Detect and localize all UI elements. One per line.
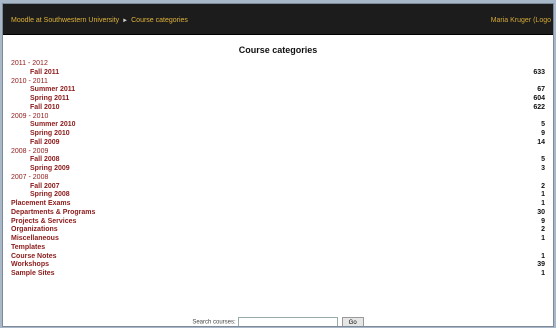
category-link[interactable]: Organizations [11,226,58,235]
search-input[interactable] [237,317,338,326]
course-search-form: Search courses: Go [3,317,553,326]
category-link[interactable]: Fall 2011 [30,69,59,78]
breadcrumb-separator: ► [122,18,129,24]
category-link[interactable]: Course Notes [11,253,57,262]
course-count: 604 [533,95,545,102]
category-link[interactable]: Fall 2008 [30,156,60,165]
category-link[interactable]: Projects & Services [11,218,76,227]
category-link[interactable]: Placement Exams [11,200,71,209]
category-link[interactable]: 2007 - 2008 [11,174,48,183]
category-row: 2010 - 2011 [9,78,545,87]
category-row: Placement Exams 1 [9,200,545,209]
category-link[interactable]: Sample Sites [11,270,55,279]
course-count: 2 [541,182,545,190]
category-row: Fall 2008 5 [9,156,545,165]
category-row: Fall 2011 633 [9,69,545,78]
breadcrumb-home-link[interactable]: Moodle at Southwestern University [11,17,119,24]
category-link[interactable]: Spring 2010 [30,130,70,139]
course-count: 1 [541,252,545,260]
breadcrumb-current-link[interactable]: Course categories [131,17,188,24]
category-link[interactable]: 2009 - 2010 [11,113,48,122]
category-row: 2011 - 2012 [9,60,545,69]
page-title: Course categories [238,45,318,55]
category-row: Spring 2008 1 [9,191,545,200]
category-row: Fall 2010 622 [9,104,545,113]
category-list: 2011 - 2012 Fall 2011 633 2010 - 2011 Summer… [9,60,545,279]
category-row: Course Notes 1 [9,253,545,262]
course-count: 67 [537,86,545,94]
category-link[interactable]: 2008 - 2009 [11,148,48,157]
category-row: 2007 - 2008 [9,174,545,183]
course-count: 1 [541,235,545,242]
login-info[interactable]: Maria Kruger (Logo [491,17,551,24]
course-count: 3 [541,165,545,172]
category-row: Templates [9,244,545,253]
course-count: 5 [541,156,545,164]
category-row: Organizations 2 [9,226,545,235]
category-row: Workshops 39 [9,261,545,270]
category-link[interactable]: Summer 2011 [30,86,75,95]
category-link[interactable]: Workshops [11,261,49,270]
category-link[interactable]: 2010 - 2011 [11,78,48,87]
category-link[interactable]: Fall 2007 [30,183,60,192]
course-count: 1 [541,191,545,199]
course-count: 9 [541,130,545,137]
search-label: Search courses: [192,319,236,326]
category-link[interactable]: Departments & Programs [11,209,95,218]
category-link[interactable]: Spring 2008 [30,191,70,200]
category-row: Spring 2010 9 [9,130,545,139]
category-row: Fall 2009 14 [9,139,545,148]
category-link[interactable]: 2011 - 2012 [11,60,48,69]
category-link[interactable]: Fall 2009 [30,139,60,148]
category-row: Fall 2007 2 [9,183,545,192]
category-row: Miscellaneous 1 [9,235,545,244]
category-link[interactable]: Spring 2009 [30,165,70,174]
course-count: 622 [533,103,545,111]
category-row: Projects & Services 9 [9,218,545,227]
category-link[interactable]: Spring 2011 [30,95,69,104]
category-link[interactable]: Miscellaneous [11,235,59,244]
go-button[interactable]: Go [341,317,364,326]
category-link[interactable]: Templates [11,244,45,253]
category-row: Spring 2011 604 [9,95,545,104]
course-count: 30 [537,208,545,216]
category-row: 2008 - 2009 [9,148,545,157]
category-row: 2009 - 2010 [9,113,545,122]
course-count: 1 [541,200,545,207]
course-count: 2 [541,226,545,234]
category-row: Summer 2010 5 [9,121,545,130]
course-count: 1 [541,270,545,277]
category-link[interactable]: Summer 2010 [30,121,76,130]
category-row: Summer 2011 67 [9,86,545,95]
course-count: 5 [541,121,545,129]
course-count: 39 [537,261,545,269]
course-count: 14 [537,138,545,146]
course-count: 9 [541,217,545,225]
category-row: Sample Sites 1 [9,270,545,279]
category-row: Departments & Programs 30 [9,209,545,218]
category-row: Spring 2009 3 [9,165,545,174]
breadcrumb: Moodle at Southwestern University ► Course… [11,17,188,24]
navbar: Moodle at Southwestern University ► Course… [3,4,553,35]
browser-frame: Moodle at Southwestern University ► Course… [2,3,554,327]
category-link[interactable]: Fall 2010 [30,104,60,113]
course-count: 633 [533,68,545,76]
